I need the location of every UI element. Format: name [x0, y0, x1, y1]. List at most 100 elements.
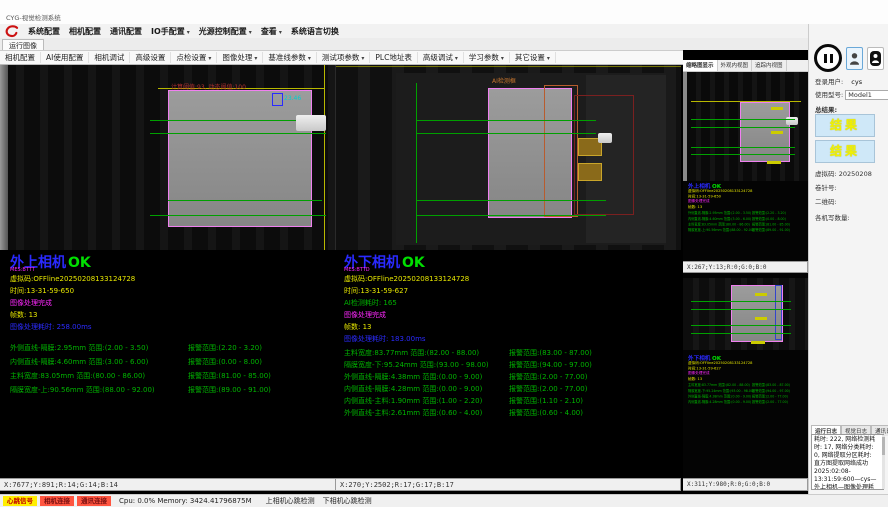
- overlay-text-mark: [755, 293, 767, 296]
- measure-line: [691, 147, 795, 148]
- ai-detect-box: [544, 85, 578, 217]
- toolbar-item-ai-usage-config[interactable]: AI使用配置: [41, 52, 89, 63]
- login-user-label: 登录用户:: [815, 78, 843, 86]
- guide-line-yellow-vertical: [324, 63, 325, 250]
- tab-thumbnail-view[interactable]: 缩略图显示: [683, 60, 718, 71]
- contact-gold: [578, 163, 602, 181]
- measurement-row: 隔膜宽度-下:95.24mm 范围:(93.00 - 98.00)报警范围:(9…: [344, 359, 681, 371]
- menu-item-io-config[interactable]: IO手配置: [151, 26, 190, 37]
- camera-result-lower: 外下相机OK MES:BTTD 虚拟码:OFFline2025020813312…: [336, 252, 681, 478]
- camera-view-upper[interactable]: 计算阈值:93, 动态阈值:100 23.46: [0, 63, 336, 250]
- sidebar: 登录用户: cys 使用型号: Model1 总结果: 结果 结果 虚拟码: 2…: [808, 24, 888, 494]
- alarm-range: 报警范围:(89.00 - 91.00): [752, 227, 790, 233]
- cursor-coords-lower: X:270;Y:2502;R:17;G:17;B:17: [336, 478, 681, 491]
- toolbar-item-advanced-settings[interactable]: 高级设置: [130, 52, 171, 63]
- toolbar-item-camera-config[interactable]: 相机配置: [0, 52, 41, 63]
- user-login-button[interactable]: [846, 47, 863, 70]
- overlay-text-mark: [771, 107, 783, 110]
- toolbar-item-image-processing[interactable]: 图像处理: [217, 52, 263, 63]
- qr-code-field: 二维码:: [815, 196, 837, 206]
- overlay-text-mark: [767, 161, 781, 164]
- measurement-row: 内侧直线-隔膜:4.60mm 范围:(3.00 - 6.00)报警范围:(0.0…: [10, 355, 335, 369]
- account-icon: [870, 51, 881, 66]
- toolbar-item-other-settings[interactable]: 其它设置: [510, 52, 556, 63]
- measure-line: [416, 215, 606, 216]
- result-ok: OK: [402, 255, 425, 271]
- cursor-coords-upper: X:7677;Y:891;R:14;G:14;B:14: [0, 478, 336, 491]
- measurement-value: 内侧直线-隔膜:4.60mm 范围:(3.00 - 6.00): [10, 355, 188, 369]
- needle-number-field: 卷针号:: [815, 182, 837, 192]
- product-region: [168, 90, 312, 227]
- toolbar-item-test-item-params[interactable]: 测试项参数: [317, 52, 371, 63]
- measurement-row: 主料宽度:83.77mm 范围:(82.00 - 88.00)报警范围:(83.…: [344, 347, 681, 359]
- alarm-range: 报警范围:(81.00 - 85.00): [188, 369, 271, 383]
- measurement-row: 外侧直线-隔膜:4.38mm 范围:(0.00 - 9.00)报警范围:(2.0…: [344, 371, 681, 383]
- threshold-overlay-label: 计算阈值:93, 动态阈值:100: [171, 82, 246, 91]
- pause-button[interactable]: [814, 44, 842, 72]
- lower-camera-heartbeat-label: 下相机心跳检测: [323, 496, 372, 506]
- toolbar-item-learning-params[interactable]: 学习参数: [464, 52, 510, 63]
- measurement-row: 内侧直线-主料:1.90mm 范围:(1.00 - 2.20)报警范围:(1.1…: [344, 395, 681, 407]
- measure-line: [691, 325, 791, 326]
- measure-line: [150, 215, 326, 216]
- log-output[interactable]: 耗时: 222, 网络检测耗时: 17, 网络分类耗时: 0, 网络提取分区耗时…: [811, 434, 884, 490]
- log-scrollbar-thumb[interactable]: [882, 437, 885, 455]
- account-manage-button[interactable]: [867, 47, 884, 70]
- model-value-input[interactable]: Model1: [845, 90, 888, 100]
- measurement-row: 主料宽度:83.05mm 范围:(80.00 - 86.00)报警范围:(81.…: [10, 369, 335, 383]
- toolbar-item-baseline-params[interactable]: 基准线参数: [263, 52, 317, 63]
- toolbar-item-plc-address-table[interactable]: PLC地址表: [370, 52, 417, 63]
- tab-appearance-view[interactable]: 外观内视图: [718, 60, 753, 71]
- app-window: CYG-视觉检测系统 系统配置 相机配置 通讯配置 IO手配置 光源控制配置 查…: [0, 0, 888, 522]
- measurement-row: 隔膜宽度-上:90.56mm 范围:(88.00 - 92.00)报警范围:(8…: [688, 227, 808, 233]
- menu-item-system-config[interactable]: 系统配置: [28, 26, 60, 37]
- elapsed-line: 图像处理耗时: 183.00ms: [344, 333, 681, 345]
- camera-view-lower[interactable]: AI检测框: [336, 63, 681, 250]
- menu-item-light-config[interactable]: 光源控制配置: [199, 26, 252, 37]
- titlebar: CYG-视觉检测系统: [0, 0, 888, 25]
- barcode-line: 虚拟码:OFFline20250208133124728: [10, 273, 335, 285]
- toolbar-item-spot-check[interactable]: 点检设置: [171, 52, 217, 63]
- menu-item-camera-config[interactable]: 相机配置: [69, 26, 101, 37]
- alarm-range: 报警范围:(94.00 - 97.00): [509, 359, 592, 371]
- alarm-range: 报警范围:(2.00 - 77.00): [509, 383, 587, 395]
- alarm-range: 报警范围:(1.10 - 2.10): [509, 395, 583, 407]
- menu-item-view[interactable]: 查看: [261, 26, 282, 37]
- toolbar-item-camera-debug[interactable]: 相机调试: [89, 52, 130, 63]
- model-field: 使用型号: Model1: [815, 89, 888, 100]
- measure-line: [691, 333, 791, 334]
- log-scrollbar[interactable]: [882, 435, 885, 489]
- comm-status-badge: 通讯连接: [77, 496, 111, 506]
- measure-line: [691, 154, 795, 155]
- measure-line: [691, 309, 791, 310]
- cpu-memory-status: Cpu: 0.0% Memory: 3424.41796875M: [119, 497, 252, 505]
- measurement-value: 主料宽度:83.05mm 范围:(80.00 - 86.00): [10, 369, 188, 383]
- thumb-result-text: 外下相机OK 虚拟码:OFFline20250208133124728 时间:1…: [688, 355, 808, 405]
- alarm-range: 报警范围:(89.00 - 91.00): [188, 383, 271, 397]
- measure-line: [416, 133, 596, 134]
- measure-line: [691, 127, 795, 128]
- result-display-lower: 结果: [815, 140, 875, 163]
- thumbnail-view-upper[interactable]: 外上相机OK 虚拟码:OFFline20250208133124728 时间:1…: [683, 71, 808, 261]
- connector-part: [296, 115, 326, 131]
- overlay-text-mark: [755, 317, 767, 320]
- measure-line: [150, 133, 326, 134]
- menu-item-comm-config[interactable]: 通讯配置: [110, 26, 142, 37]
- thumbnail-view-lower[interactable]: 外下相机OK 虚拟码:OFFline20250208133124728 时间:1…: [683, 273, 808, 478]
- measure-line: [691, 119, 795, 120]
- user-icon: [850, 52, 859, 65]
- measurement-value: 隔膜宽度-上:90.56mm 范围:(88.00 - 92.00): [10, 383, 188, 397]
- total-result-label: 总结果:: [815, 104, 837, 114]
- pause-icon: [830, 54, 833, 63]
- menu-item-language-switch[interactable]: 系统语言切换: [291, 26, 339, 37]
- time-line: 时间:13-31-59-627: [344, 285, 681, 297]
- measure-line-vertical: [416, 83, 417, 243]
- measurement-value: 内侧直线-隔膜:4.28mm 范围:(0.00 - 9.00): [344, 383, 509, 395]
- thumb-result-text: 外上相机OK 虚拟码:OFFline20250208133124728 时间:1…: [688, 183, 808, 233]
- tab-tracking-view[interactable]: 追踪内视图: [752, 60, 787, 71]
- pause-icon: [824, 54, 827, 63]
- login-user-field: 登录用户: cys: [815, 76, 862, 86]
- toolbar-item-advanced-debug[interactable]: 高级调试: [418, 52, 464, 63]
- measurement-value: 隔膜宽度-下:95.24mm 范围:(93.00 - 98.00): [344, 359, 509, 371]
- done-line: 图像处理完成: [344, 309, 681, 321]
